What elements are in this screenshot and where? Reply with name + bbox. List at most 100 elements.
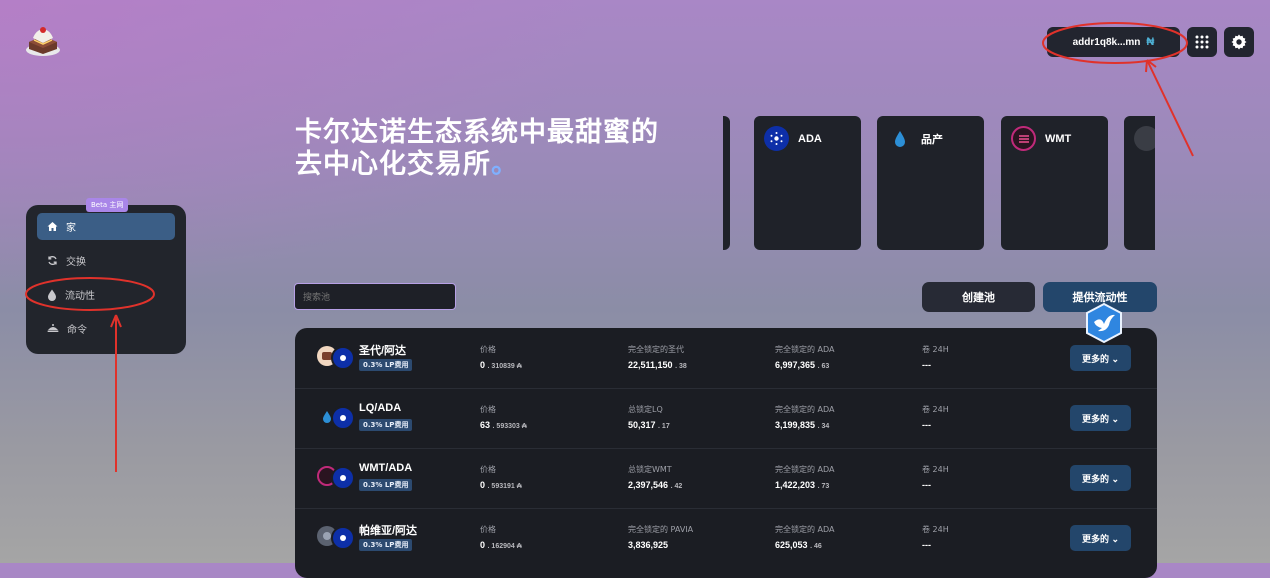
token-symbol: WMT bbox=[1045, 132, 1072, 145]
apps-grid-button[interactable] bbox=[1187, 27, 1217, 57]
token-card-2[interactable]: 品产 bbox=[877, 116, 984, 250]
sidebar-item-liquidity[interactable]: 流动性 bbox=[37, 281, 175, 308]
sidebar-nav: Beta 主网 家 交换 流动性 命令 bbox=[26, 198, 186, 354]
locked-token-value: 3,836,925 bbox=[628, 540, 669, 550]
locked-ada-decimals: . 73 bbox=[817, 483, 830, 490]
locked-ada-label: 完全锁定的 ADA bbox=[775, 405, 835, 414]
locked-token-value: 2,397,546 bbox=[628, 480, 669, 490]
sidebar-item-label: 命令 bbox=[67, 325, 87, 336]
hero-line-1: 卡尔达诺生态系统中最甜蜜的 bbox=[295, 117, 659, 147]
volume-value: --- bbox=[922, 420, 931, 430]
sidebar-item-label: 流动性 bbox=[65, 291, 95, 302]
cardano-icon bbox=[764, 126, 789, 151]
locked-ada-cell: 完全锁定的 ADA 1,422,203 . 73 bbox=[775, 464, 835, 490]
locked-ada-cell: 完全锁定的 ADA 6,997,365 . 63 bbox=[775, 344, 835, 370]
sidebar-item-swap[interactable]: 交换 bbox=[37, 247, 175, 274]
more-button[interactable]: 更多的 ⌄ bbox=[1070, 465, 1131, 491]
price-decimals: . 593303 ₳ bbox=[492, 423, 527, 430]
price-label: 价格 bbox=[480, 345, 496, 354]
volume-value: --- bbox=[922, 480, 931, 490]
locked-token-cell: 总锁定LQ 50,317 . 17 bbox=[628, 404, 670, 430]
locked-token-value: 50,317 bbox=[628, 420, 656, 430]
volume-label: 卷 24H bbox=[922, 465, 949, 474]
volume-value: --- bbox=[922, 540, 931, 550]
locked-ada-label: 完全锁定的 ADA bbox=[775, 345, 835, 354]
locked-token-label: 完全锁定的圣代 bbox=[628, 345, 684, 354]
bird-badge-icon[interactable] bbox=[1083, 302, 1125, 344]
price-label: 价格 bbox=[480, 525, 496, 534]
search-pool-input[interactable] bbox=[294, 283, 456, 310]
locked-token-label: 总锁定WMT bbox=[628, 465, 672, 474]
sidebar-item-label: 交换 bbox=[66, 257, 86, 268]
cardano-icon bbox=[331, 466, 355, 490]
table-row[interactable]: 帕维亚/阿达 0.3% LP费用 价格 0 . 162904 ₳ 完全锁定的 P… bbox=[295, 508, 1157, 568]
volume-cell: 卷 24H --- bbox=[922, 344, 949, 370]
locked-ada-value: 1,422,203 bbox=[775, 480, 816, 490]
price-label: 价格 bbox=[480, 405, 496, 414]
price-cell: 价格 0 . 593191 ₳ bbox=[480, 464, 522, 490]
pair-name: LQ/ADA bbox=[359, 402, 402, 414]
more-button[interactable]: 更多的 ⌄ bbox=[1070, 345, 1131, 371]
token-card-partial-left bbox=[723, 116, 730, 250]
create-pool-button[interactable]: 创建池 bbox=[922, 282, 1035, 312]
pair-icons bbox=[317, 466, 355, 490]
locked-ada-cell: 完全锁定的 ADA 625,053 . 46 bbox=[775, 524, 835, 550]
home-icon bbox=[47, 222, 58, 231]
fee-badge: 0.3% LP费用 bbox=[359, 539, 413, 551]
annotation-arrowhead-wallet bbox=[1145, 59, 1157, 73]
fee-badge: 0.3% LP费用 bbox=[359, 479, 413, 491]
locked-token-cell: 完全锁定的 PAVIA 3,836,925 bbox=[628, 524, 693, 550]
network-icon: ₦ bbox=[1146, 36, 1155, 48]
token-card-ada[interactable]: ADA bbox=[754, 116, 861, 250]
token-card-wmt[interactable]: WMT bbox=[1001, 116, 1108, 250]
price-decimals: . 593191 ₳ bbox=[487, 483, 522, 490]
cardano-icon bbox=[331, 406, 355, 430]
price-decimals: . 310839 ₳ bbox=[487, 363, 522, 370]
hero-line-2: 去中心化交易所 bbox=[295, 149, 491, 179]
locked-token-label: 完全锁定的 PAVIA bbox=[628, 525, 694, 534]
locked-token-decimals: . 17 bbox=[658, 423, 670, 430]
table-row[interactable]: 圣代/阿达 0.3% LP费用 价格 0 . 310839 ₳ 完全锁定的圣代 … bbox=[295, 328, 1157, 389]
hero-title: 卡尔达诺生态系统中最甜蜜的 去中心化交易所。 bbox=[295, 116, 659, 180]
wallet-address: addr1q8k...mn bbox=[1072, 36, 1141, 48]
pair-name: 圣代/阿达 bbox=[359, 345, 407, 357]
more-button[interactable]: 更多的 ⌄ bbox=[1070, 525, 1131, 551]
more-button[interactable]: 更多的 ⌄ bbox=[1070, 405, 1131, 431]
price-cell: 价格 0 . 310839 ₳ bbox=[480, 344, 522, 370]
price-value: 0 bbox=[480, 360, 486, 370]
token-symbol: 品产 bbox=[921, 133, 943, 146]
wallet-button[interactable]: addr1q8k...mn ₦ bbox=[1047, 27, 1180, 57]
settings-button[interactable] bbox=[1224, 27, 1254, 57]
sidebar-item-label: 家 bbox=[66, 223, 76, 234]
token-symbol: ADA bbox=[798, 132, 822, 145]
locked-ada-cell: 完全锁定的 ADA 3,199,835 . 34 bbox=[775, 404, 835, 430]
table-row[interactable]: LQ/ADA 0.3% LP费用 价格 63 . 593303 ₳ 总锁定LQ … bbox=[295, 388, 1157, 449]
fee-badge: 0.3% LP费用 bbox=[359, 419, 413, 431]
locked-ada-label: 完全锁定的 ADA bbox=[775, 525, 835, 534]
pair-icons bbox=[317, 346, 355, 370]
locked-ada-value: 3,199,835 bbox=[775, 420, 816, 430]
locked-token-decimals: . 38 bbox=[675, 363, 687, 370]
locked-ada-label: 完全锁定的 ADA bbox=[775, 465, 835, 474]
cardano-icon bbox=[331, 526, 355, 550]
sidebar-item-orders[interactable]: 命令 bbox=[37, 315, 175, 342]
price-value: 0 bbox=[480, 540, 486, 550]
water-drop-icon bbox=[887, 126, 912, 151]
sidebar-item-home[interactable]: 家 bbox=[37, 213, 175, 240]
locked-ada-decimals: . 34 bbox=[817, 423, 830, 430]
volume-cell: 卷 24H --- bbox=[922, 464, 949, 490]
token-card-partial-right[interactable] bbox=[1124, 116, 1155, 250]
locked-token-value: 22,511,150 bbox=[628, 360, 673, 370]
locked-token-label: 总锁定LQ bbox=[628, 405, 663, 414]
locked-ada-decimals: . 63 bbox=[817, 363, 830, 370]
token-icon bbox=[1134, 126, 1155, 151]
locked-ada-value: 6,997,365 bbox=[775, 360, 816, 370]
table-row[interactable]: WMT/ADA 0.3% LP费用 价格 0 . 593191 ₳ 总锁定WMT… bbox=[295, 448, 1157, 509]
orders-icon bbox=[47, 324, 59, 332]
sundae-logo-icon[interactable] bbox=[24, 24, 62, 58]
pair-icons bbox=[317, 526, 355, 550]
locked-token-cell: 总锁定WMT 2,397,546 . 42 bbox=[628, 464, 682, 490]
pair-icons bbox=[317, 406, 355, 430]
volume-label: 卷 24H bbox=[922, 405, 949, 414]
swap-icon bbox=[48, 256, 57, 265]
